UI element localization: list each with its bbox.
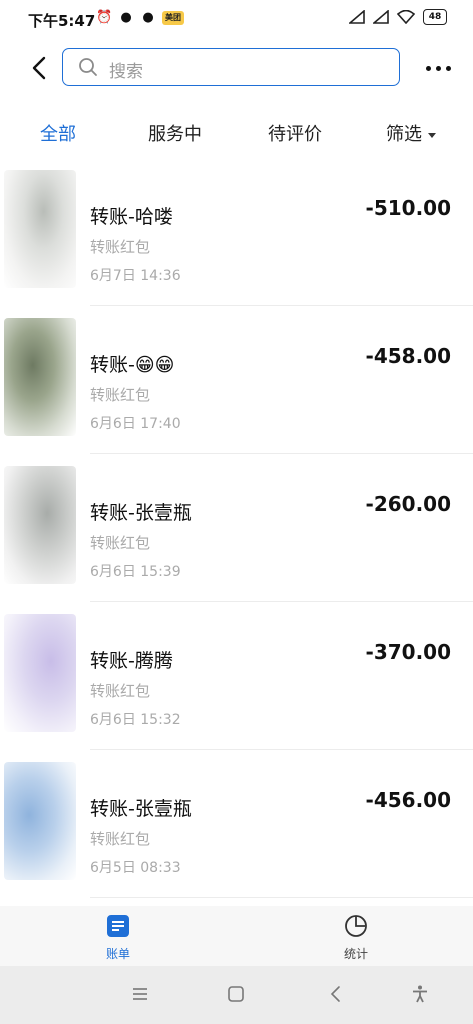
transaction-row[interactable]: 转账-腾腾 转账红包 6月6日 15:32 -370.00 xyxy=(0,602,473,750)
transaction-date: 6月7日 14:36 xyxy=(90,268,181,284)
tab-in-service[interactable]: 服务中 xyxy=(148,120,202,146)
alarm-icon: ⏰ xyxy=(96,10,113,25)
transaction-list: 转账-哈喽 转账红包 6月7日 14:36 -510.00 转账-😁😁 转账红包… xyxy=(0,158,473,898)
transaction-amount: -510.00 xyxy=(365,196,451,220)
tab-filter[interactable]: 筛选 xyxy=(386,120,436,146)
transaction-amount: -260.00 xyxy=(365,492,451,516)
tab-to-review[interactable]: 待评价 xyxy=(268,120,322,146)
more-options-button[interactable] xyxy=(421,58,455,78)
transaction-amount: -458.00 xyxy=(365,344,451,368)
transaction-type: 转账红包 xyxy=(90,682,151,700)
transaction-date: 6月6日 17:40 xyxy=(90,416,181,432)
menu-icon[interactable] xyxy=(130,984,150,1004)
transaction-name: 转账-腾腾 xyxy=(90,650,173,672)
transaction-type: 转账红包 xyxy=(90,534,151,552)
signal-icon xyxy=(349,10,365,24)
transaction-type: 转账红包 xyxy=(90,830,151,848)
back-arrow-icon[interactable] xyxy=(26,54,54,82)
avatar xyxy=(4,318,76,436)
transaction-name: 转账-哈喽 xyxy=(90,206,173,228)
back-icon[interactable] xyxy=(326,984,346,1004)
nav-bill[interactable]: 账单 xyxy=(88,914,148,962)
battery-icon: 48 xyxy=(423,9,447,25)
caret-down-icon xyxy=(428,132,436,138)
avatar xyxy=(4,466,76,584)
transaction-row[interactable]: 转账-哈喽 转账红包 6月7日 14:36 -510.00 xyxy=(0,158,473,306)
bill-icon xyxy=(107,915,129,937)
header: 搜索 xyxy=(0,44,473,92)
transaction-row[interactable]: 转账-张壹瓶 转账红包 6月6日 15:39 -260.00 xyxy=(0,454,473,602)
transaction-date: 6月6日 15:39 xyxy=(90,564,181,580)
pie-chart-icon xyxy=(345,915,367,937)
filter-label: 筛选 xyxy=(386,124,422,145)
transaction-date: 6月6日 15:32 xyxy=(90,712,181,728)
wifi-icon xyxy=(397,10,415,24)
system-navigation-bar xyxy=(0,966,473,1024)
filter-tabs: 全部 服务中 待评价 筛选 xyxy=(0,112,473,152)
signal-icon-2 xyxy=(373,10,389,24)
transaction-row[interactable]: 转账-张壹瓶 转账红包 6月5日 08:33 -456.00 xyxy=(0,750,473,898)
wechat-icon-2: ● xyxy=(142,10,154,25)
transaction-type: 转账红包 xyxy=(90,386,151,404)
search-input[interactable]: 搜索 xyxy=(62,48,400,86)
accessibility-icon[interactable] xyxy=(410,984,430,1004)
nav-statistics-label: 统计 xyxy=(343,947,368,961)
search-placeholder: 搜索 xyxy=(109,62,143,82)
nav-statistics[interactable]: 统计 xyxy=(326,914,386,962)
home-icon[interactable] xyxy=(226,984,246,1004)
status-bar: 下午5:47 ⏰ ● ● 美团 48 xyxy=(0,0,473,40)
avatar xyxy=(4,614,76,732)
dot-icon xyxy=(435,65,441,71)
transaction-row[interactable]: 转账-😁😁 转账红包 6月6日 17:40 -458.00 xyxy=(0,306,473,454)
meituan-badge: 美团 xyxy=(162,11,184,25)
transaction-name: 转账-张壹瓶 xyxy=(90,798,192,820)
nav-bill-label: 账单 xyxy=(105,947,130,961)
transaction-type: 转账红包 xyxy=(90,238,151,256)
transaction-date: 6月5日 08:33 xyxy=(90,860,181,876)
bottom-navigation: 账单 统计 xyxy=(0,906,473,966)
wechat-icon: ● xyxy=(120,10,132,25)
transaction-name: 转账-😁😁 xyxy=(90,354,175,376)
status-time: 下午5:47 xyxy=(28,12,96,30)
transaction-amount: -456.00 xyxy=(365,788,451,812)
avatar xyxy=(4,170,76,288)
dot-icon xyxy=(445,65,451,71)
search-icon xyxy=(79,58,97,76)
avatar xyxy=(4,762,76,880)
divider xyxy=(90,897,473,898)
dot-icon xyxy=(425,65,431,71)
transaction-amount: -370.00 xyxy=(365,640,451,664)
tab-all[interactable]: 全部 xyxy=(40,120,76,146)
transaction-name: 转账-张壹瓶 xyxy=(90,502,192,524)
